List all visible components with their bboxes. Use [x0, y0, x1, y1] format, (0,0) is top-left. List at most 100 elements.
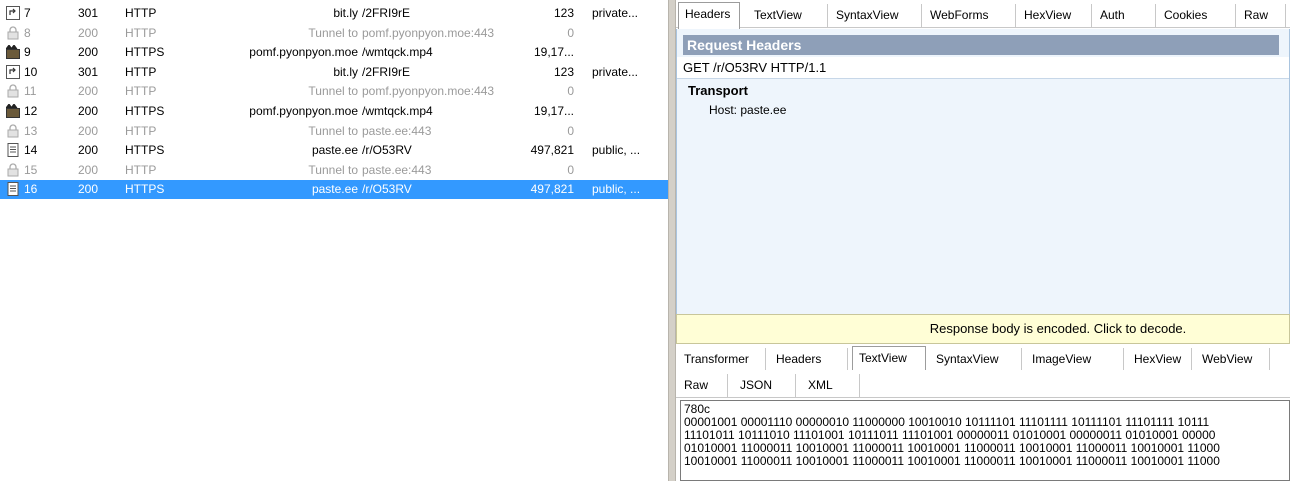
session-row[interactable]: 10 301 HTTP bit.ly/2FRI9rE 123 private...	[0, 63, 668, 82]
response-body-textview[interactable]: 780c 00001001 00001110 00000010 11000000…	[680, 400, 1290, 481]
result-code: 200	[78, 123, 99, 138]
url: pomf.pyonpyon.moe:443	[362, 84, 495, 99]
request-headers-heading: Request Headers	[683, 35, 1279, 55]
tab-response-format-xml[interactable]: XML	[802, 374, 860, 398]
session-number: 15	[24, 162, 38, 177]
decode-notice-bar[interactable]: Response body is encoded. Click to decod…	[676, 314, 1290, 344]
host: bit.ly	[333, 6, 358, 20]
result-code: 301	[78, 6, 99, 20]
session-row[interactable]: 9 200 HTTPS pomf.pyonpyon.moe/wmtqck.mp4 19,…	[0, 43, 668, 62]
body-size: 497,821	[530, 143, 574, 158]
tab-request-webforms[interactable]: WebForms	[924, 4, 1016, 28]
tab-response-format-json[interactable]: JSON	[734, 374, 796, 398]
session-row[interactable]: 12 200 HTTPS pomf.pyonpyon.moe/wmtqck.mp4 19…	[0, 102, 668, 121]
session-row[interactable]: 11 200 HTTP Tunnel to pomf.pyonpyon.moe:443 0	[0, 82, 668, 101]
request-line[interactable]: GET /r/O53RV HTTP/1.1	[677, 57, 1289, 79]
result-code: 200	[78, 84, 99, 99]
session-row[interactable]: 14 200 HTTPS paste.ee/r/O53RV 497,821 public,…	[0, 141, 668, 160]
protocol: HTTP	[125, 123, 157, 138]
body-size: 123	[553, 6, 574, 20]
tab-response-transformer[interactable]: Transformer	[678, 348, 766, 372]
protocol: HTTPS	[125, 143, 165, 158]
tab-response-hexview[interactable]: HexView	[1128, 348, 1192, 372]
result-code: 200	[78, 143, 99, 158]
result-code: 200	[78, 162, 99, 177]
document-icon	[6, 182, 20, 197]
host: Tunnel to	[308, 123, 358, 138]
tab-response-format-raw[interactable]: Raw	[678, 374, 728, 398]
session-row[interactable]: 15 200 HTTP Tunnel to paste.ee:443 0	[0, 161, 668, 180]
url: /2FRI9rE	[362, 64, 411, 79]
session-list[interactable]: 7 301 HTTP bit.ly/2FRI9rE 123 private... 8 200 H…	[0, 0, 668, 481]
host: bit.ly	[333, 64, 358, 79]
caching: private...	[592, 6, 639, 20]
result-code: 200	[78, 45, 99, 60]
tab-request-auth[interactable]: Auth	[1094, 4, 1156, 28]
protocol: HTTP	[125, 84, 157, 99]
response-tab-bar: Transformer Headers TextView SyntaxView Imag…	[676, 344, 1290, 373]
session-row[interactable]: 7 301 HTTP bit.ly/2FRI9rE 123 private...	[0, 4, 668, 23]
request-headers-panel: Request Headers GET /r/O53RV HTTP/1.1 Tr…	[676, 29, 1290, 314]
protocol: HTTPS	[125, 104, 165, 118]
tab-response-textview[interactable]: TextView	[852, 346, 926, 373]
host: paste.ee	[311, 143, 358, 158]
protocol: HTTPS	[125, 182, 165, 197]
session-number: 14	[24, 143, 38, 158]
video-icon	[5, 103, 20, 118]
host: pomf.pyonpyon.moe	[249, 104, 358, 118]
transport-group-label[interactable]: Transport	[688, 83, 748, 98]
body-size: 123	[553, 64, 574, 79]
body-size: 0	[567, 25, 574, 40]
tab-response-imageview[interactable]: ImageView	[1026, 348, 1124, 372]
session-number: 8	[24, 25, 31, 40]
tab-request-cookies[interactable]: Cookies	[1158, 4, 1236, 28]
tab-response-webview[interactable]: WebView	[1196, 348, 1270, 372]
session-number: 16	[24, 182, 38, 197]
host-header[interactable]: Host: paste.ee	[709, 103, 786, 117]
session-number: 7	[24, 6, 31, 20]
protocol: HTTP	[125, 64, 157, 79]
tab-request-raw[interactable]: Raw	[1238, 4, 1286, 28]
session-number: 13	[24, 123, 38, 138]
caching: private...	[592, 64, 639, 79]
host: Tunnel to	[308, 25, 358, 40]
session-row[interactable]: 8 200 HTTP Tunnel to pomf.pyonpyon.moe:443 0	[0, 24, 668, 43]
session-number: 10	[24, 64, 38, 79]
tab-request-textview[interactable]: TextView	[748, 4, 828, 28]
lock-icon	[6, 26, 20, 40]
response-subtab-bar: Raw JSON XML	[676, 370, 1290, 398]
session-number: 9	[24, 45, 31, 60]
result-code: 200	[78, 104, 99, 118]
result-code: 200	[78, 182, 99, 197]
request-tab-bar: Headers TextView SyntaxView WebForms HexView…	[676, 0, 1290, 29]
url: /r/O53RV	[362, 182, 412, 197]
inspector-panel: Headers TextView SyntaxView WebForms HexView…	[676, 0, 1290, 481]
host: pomf.pyonpyon.moe	[249, 45, 358, 60]
session-row[interactable]: 13 200 HTTP Tunnel to paste.ee:443 0	[0, 122, 668, 141]
protocol: HTTP	[125, 162, 157, 177]
session-number: 11	[24, 84, 37, 99]
tab-request-hexview[interactable]: HexView	[1018, 4, 1092, 28]
protocol: HTTP	[125, 6, 157, 20]
body-size: 19,17...	[533, 104, 574, 118]
tab-request-headers[interactable]: Headers	[678, 2, 740, 29]
result-code: 301	[78, 64, 99, 79]
caching: public, ...	[592, 182, 641, 197]
tab-response-headers[interactable]: Headers	[770, 348, 848, 372]
video-icon	[5, 44, 20, 60]
tab-response-syntaxview[interactable]: SyntaxView	[930, 348, 1022, 372]
lock-icon	[6, 163, 20, 177]
body-size: 0	[567, 162, 574, 177]
body-size: 0	[567, 123, 574, 138]
panel-splitter[interactable]	[668, 0, 676, 481]
tab-request-syntaxview[interactable]: SyntaxView	[830, 4, 922, 28]
url: pomf.pyonpyon.moe:443	[362, 25, 495, 40]
host: Tunnel to	[308, 162, 358, 177]
caching: public, ...	[592, 143, 641, 158]
lock-icon	[6, 84, 20, 98]
url: /r/O53RV	[362, 143, 412, 158]
url: /wmtqck.mp4	[362, 104, 433, 118]
url: /2FRI9rE	[362, 6, 411, 20]
session-row[interactable]: 16 200 HTTPS paste.ee/r/O53RV 497,821 public,…	[0, 180, 668, 200]
host: Tunnel to	[308, 84, 358, 99]
